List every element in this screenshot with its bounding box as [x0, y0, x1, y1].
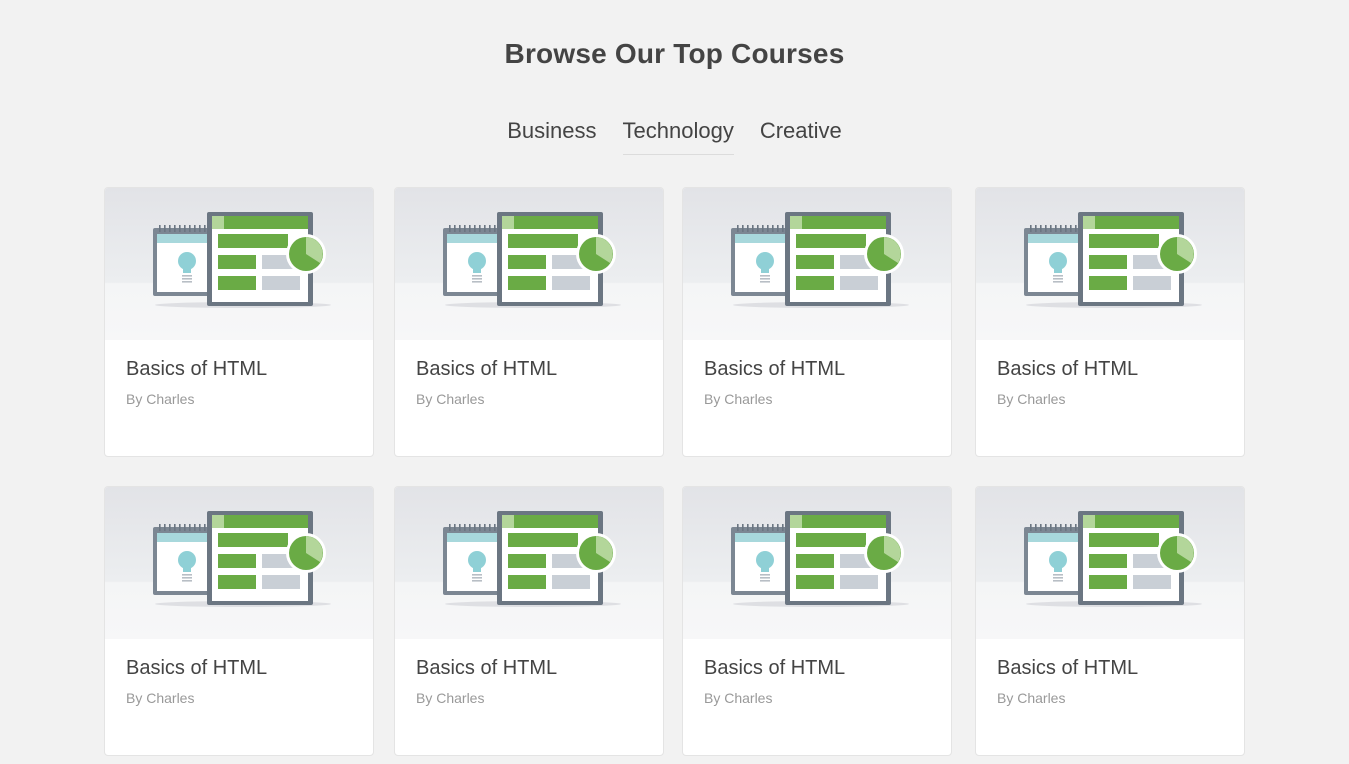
course-card[interactable]: Basics of HTML By Charles	[104, 486, 374, 756]
course-card[interactable]: Basics of HTML By Charles	[975, 486, 1245, 756]
course-title[interactable]: Basics of HTML	[416, 358, 557, 381]
course-author: By Charles	[704, 391, 773, 407]
spreadsheet-calendar-icon	[443, 511, 621, 607]
course-author: By Charles	[997, 690, 1066, 706]
spreadsheet-calendar-icon	[1024, 212, 1202, 308]
course-title[interactable]: Basics of HTML	[997, 358, 1138, 381]
course-title[interactable]: Basics of HTML	[416, 657, 557, 680]
course-card[interactable]: Basics of HTML By Charles	[394, 187, 664, 457]
course-thumbnail	[105, 188, 373, 340]
course-author: By Charles	[704, 690, 773, 706]
spreadsheet-calendar-icon	[443, 212, 621, 308]
course-title[interactable]: Basics of HTML	[704, 358, 845, 381]
tab-business[interactable]: Business	[507, 118, 596, 155]
course-title[interactable]: Basics of HTML	[126, 358, 267, 381]
course-thumbnail	[395, 188, 663, 340]
spreadsheet-calendar-icon	[153, 212, 331, 308]
course-author: By Charles	[416, 690, 485, 706]
course-thumbnail	[683, 188, 951, 340]
tab-technology[interactable]: Technology	[622, 118, 734, 155]
course-author: By Charles	[126, 391, 195, 407]
spreadsheet-calendar-icon	[731, 212, 909, 308]
tab-creative[interactable]: Creative	[760, 118, 842, 155]
course-title[interactable]: Basics of HTML	[126, 657, 267, 680]
course-card[interactable]: Basics of HTML By Charles	[394, 486, 664, 756]
course-thumbnail	[976, 188, 1244, 340]
spreadsheet-calendar-icon	[153, 511, 331, 607]
course-thumbnail	[683, 487, 951, 639]
course-title[interactable]: Basics of HTML	[997, 657, 1138, 680]
course-thumbnail	[395, 487, 663, 639]
course-thumbnail	[976, 487, 1244, 639]
course-author: By Charles	[416, 391, 485, 407]
course-card[interactable]: Basics of HTML By Charles	[682, 187, 952, 457]
page-title: Browse Our Top Courses	[504, 38, 845, 69]
course-title[interactable]: Basics of HTML	[704, 657, 845, 680]
spreadsheet-calendar-icon	[1024, 511, 1202, 607]
category-tabs: Business Technology Creative	[0, 118, 1349, 155]
course-author: By Charles	[126, 690, 195, 706]
course-card[interactable]: Basics of HTML By Charles	[682, 486, 952, 756]
course-author: By Charles	[997, 391, 1066, 407]
course-thumbnail	[105, 487, 373, 639]
course-card[interactable]: Basics of HTML By Charles	[104, 187, 374, 457]
spreadsheet-calendar-icon	[731, 511, 909, 607]
course-card[interactable]: Basics of HTML By Charles	[975, 187, 1245, 457]
